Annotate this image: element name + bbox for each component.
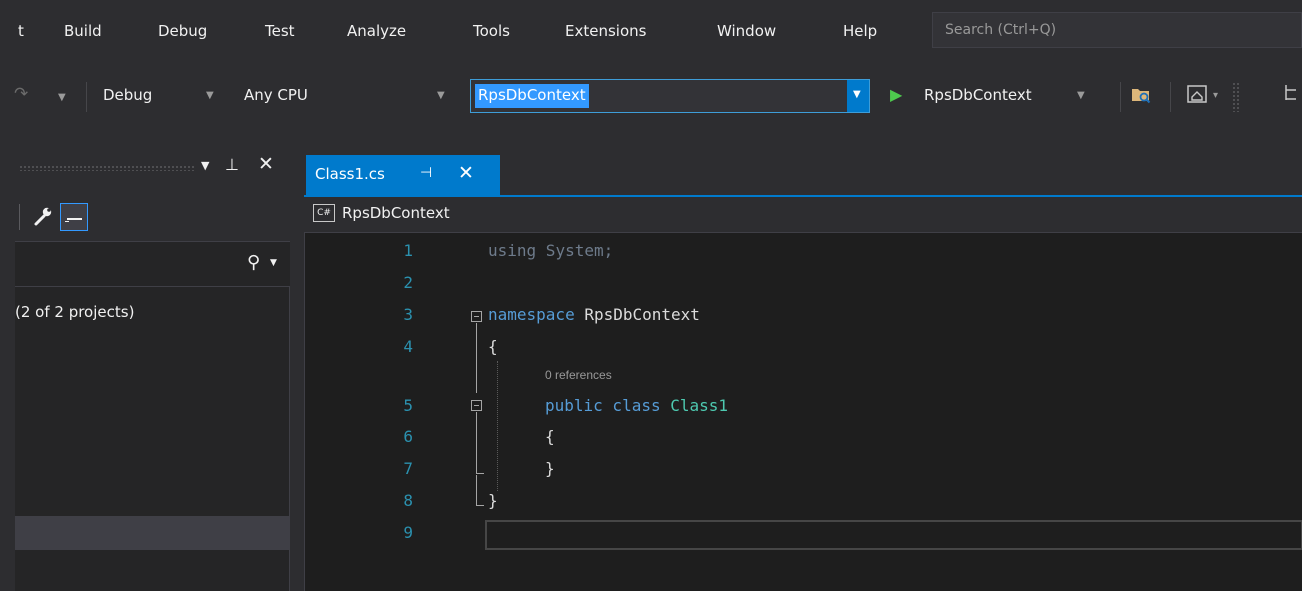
chevron-down-icon: ▼ [437, 90, 445, 101]
line-number: 1 [403, 241, 413, 260]
code-line-3: namespace RpsDbContext [488, 305, 700, 324]
search-placeholder: Search (Ctrl+Q) [945, 22, 1057, 38]
close-icon[interactable]: ✕ [258, 153, 274, 175]
redo-icon[interactable]: ↷ [14, 84, 28, 104]
search-icon[interactable]: ⚲ [247, 252, 260, 273]
folder-search-icon[interactable] [1130, 83, 1152, 105]
toolbar-separator [1120, 82, 1121, 112]
outline-line [476, 323, 477, 393]
play-icon: ▶ [890, 85, 903, 104]
code-line-1: using System; [488, 241, 614, 260]
line-number: 9 [403, 523, 413, 542]
platform-dropdown[interactable]: Any CPU ▼ [238, 78, 458, 114]
startup-project-value: RpsDbContext [475, 84, 589, 108]
platform-value: Any CPU [244, 86, 308, 104]
configuration-dropdown[interactable]: Debug ▼ [96, 78, 232, 114]
indent-guide [497, 361, 498, 491]
redo-dropdown-icon[interactable]: ▼ [58, 92, 66, 103]
pin-tab-icon[interactable]: ⊣ [420, 165, 432, 181]
line-number: 2 [403, 273, 413, 292]
menu-window[interactable]: Window [717, 22, 776, 40]
menu-help[interactable]: Help [843, 22, 877, 40]
current-line-highlight [485, 520, 1302, 550]
outline-line [476, 475, 477, 505]
collapse-namespace-icon[interactable] [471, 311, 482, 322]
editor-navigation-bar: C# RpsDbContext [304, 197, 1302, 233]
menu-debug[interactable]: Debug [158, 22, 207, 40]
outline-line [476, 505, 484, 506]
project-dropdown[interactable]: RpsDbContext [342, 204, 450, 222]
outline-line [476, 412, 477, 473]
minus-icon [67, 218, 82, 220]
properties-wrench-icon[interactable] [32, 205, 54, 227]
window-home-icon[interactable] [1186, 83, 1208, 105]
menu-project[interactable]: t [18, 22, 24, 40]
code-line-6: { [545, 427, 555, 446]
line-number: 8 [403, 491, 413, 510]
startup-dropdown-button[interactable]: ▼ [847, 80, 869, 112]
solution-search-field[interactable]: ⚲ ▼ [15, 241, 290, 287]
search-options-dropdown-icon[interactable]: ▼ [270, 258, 277, 268]
toolbar-overflow-icon[interactable]: ▾ [1213, 90, 1218, 101]
solution-node-label[interactable]: (2 of 2 projects) [15, 303, 134, 321]
startup-project-dropdown[interactable]: RpsDbContext ▼ [470, 79, 870, 113]
code-line-4: { [488, 337, 498, 356]
toolbar-separator [86, 82, 87, 112]
dock-splitter[interactable] [290, 124, 304, 591]
close-tab-icon[interactable]: ✕ [458, 162, 474, 184]
chevron-down-icon: ▼ [1077, 90, 1085, 101]
standard-toolbar: ↷ ▼ Debug ▼ Any CPU ▼ RpsDbContext ▼ ▶ R… [0, 70, 1302, 124]
start-target-label: RpsDbContext [924, 86, 1032, 104]
chevron-down-icon: ▼ [853, 89, 861, 100]
selected-tree-row[interactable] [15, 516, 290, 550]
start-debugging-button[interactable]: ▶ RpsDbContext ▼ [884, 78, 1110, 114]
solution-explorer-toolbar [15, 191, 290, 241]
window-position-icon[interactable]: ▼ [201, 159, 209, 172]
search-box[interactable]: Search (Ctrl+Q) [932, 12, 1302, 48]
toolbar-grip[interactable] [1232, 82, 1240, 112]
tab-class1-cs[interactable]: Class1.cs ⊣ ✕ [306, 155, 500, 195]
pin-icon[interactable]: ⊥ [225, 155, 239, 174]
tree-view-icon[interactable] [1282, 82, 1302, 104]
code-editor[interactable]: 1 2 3 4 5 6 7 8 9 using System; namespac… [304, 233, 1302, 591]
solution-explorer-header: ▼ ⊥ ✕ [15, 143, 290, 191]
menu-test[interactable]: Test [265, 22, 295, 40]
menu-tools[interactable]: Tools [473, 22, 510, 40]
menu-bar: t Build Debug Test Analyze Tools Extensi… [0, 0, 1302, 70]
line-number: 3 [403, 305, 413, 324]
tab-label: Class1.cs [315, 165, 385, 183]
toolbar-separator [1170, 82, 1171, 112]
line-number: 7 [403, 459, 413, 478]
collapse-class-icon[interactable] [471, 400, 482, 411]
code-line-7: } [545, 459, 555, 478]
left-dock-edge [0, 124, 15, 591]
toolbar-separator [19, 204, 20, 230]
codelens-references[interactable]: 0 references [545, 368, 612, 382]
code-line-5: public class Class1 [545, 396, 729, 415]
menu-build[interactable]: Build [64, 22, 102, 40]
line-number: 6 [403, 427, 413, 446]
chevron-down-icon: ▼ [206, 90, 214, 101]
code-line-8: } [488, 491, 498, 510]
panel-title-grip[interactable] [19, 165, 194, 171]
csharp-project-icon: C# [313, 204, 335, 222]
solution-explorer-panel: ▼ ⊥ ✕ ⚲ ▼ (2 of 2 projects) [15, 143, 290, 591]
menu-analyze[interactable]: Analyze [347, 22, 406, 40]
configuration-value: Debug [103, 86, 153, 104]
document-tab-well: Class1.cs ⊣ ✕ [304, 143, 1302, 197]
line-number: 5 [403, 396, 413, 415]
menu-extensions[interactable]: Extensions [565, 22, 646, 40]
line-number: 4 [403, 337, 413, 356]
preview-selected-items-button[interactable] [60, 203, 88, 231]
outline-line [476, 473, 484, 474]
